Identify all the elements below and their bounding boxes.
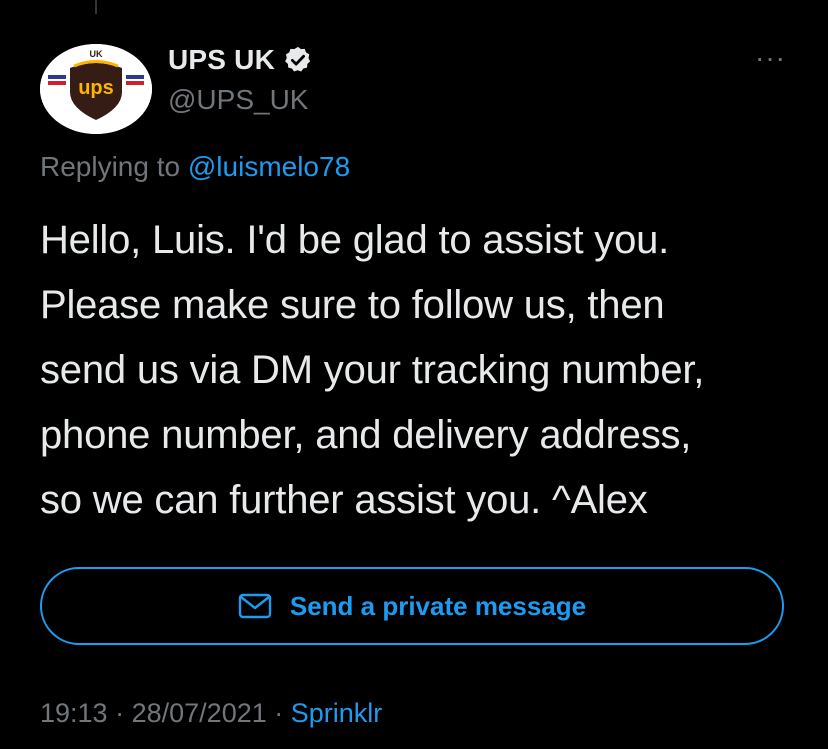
- send-private-message-button[interactable]: Send a private message: [40, 567, 784, 645]
- tweet-source-link[interactable]: Sprinklr: [291, 698, 383, 728]
- verified-badge-icon: [285, 46, 311, 72]
- tweet-meta: 19:13 · 28/07/2021 · Sprinklr: [40, 698, 382, 729]
- meta-separator: ·: [274, 698, 284, 728]
- envelope-icon: [238, 593, 272, 619]
- tweet-text-line: Hello, Luis. I'd be glad to assist you.: [40, 218, 670, 262]
- replying-to-label: Replying to: [40, 151, 181, 182]
- tweet-time[interactable]: 19:13: [40, 698, 108, 728]
- author-name-row: UPS UK: [168, 44, 313, 76]
- author-handle[interactable]: @UPS_UK: [168, 84, 308, 116]
- ups-logo: UK ups: [40, 44, 152, 134]
- tweet-text-line: Please make sure to follow us, then: [40, 283, 665, 327]
- tweet-date[interactable]: 28/07/2021: [132, 698, 267, 728]
- svg-text:UK: UK: [90, 49, 103, 59]
- avatar[interactable]: UK ups: [40, 44, 152, 134]
- tweet-text-line: phone number, and delivery address,: [40, 413, 692, 457]
- tweet-text-line: send us via DM your tracking number,: [40, 348, 705, 392]
- svg-text:ups: ups: [78, 77, 114, 99]
- replying-to: Replying to @luismelo78: [40, 151, 350, 183]
- tweet-text: Hello, Luis. I'd be glad to assist you. …: [40, 208, 800, 533]
- author-display-name[interactable]: UPS UK: [168, 44, 275, 76]
- tweet-text-line: so we can further assist you. ^Alex: [40, 478, 648, 522]
- more-options-icon[interactable]: ···: [755, 44, 786, 72]
- meta-separator: ·: [115, 698, 125, 728]
- thread-connector-line: [95, 0, 97, 14]
- send-private-message-label: Send a private message: [289, 590, 587, 621]
- reply-mention-link[interactable]: @luismelo78: [188, 151, 350, 182]
